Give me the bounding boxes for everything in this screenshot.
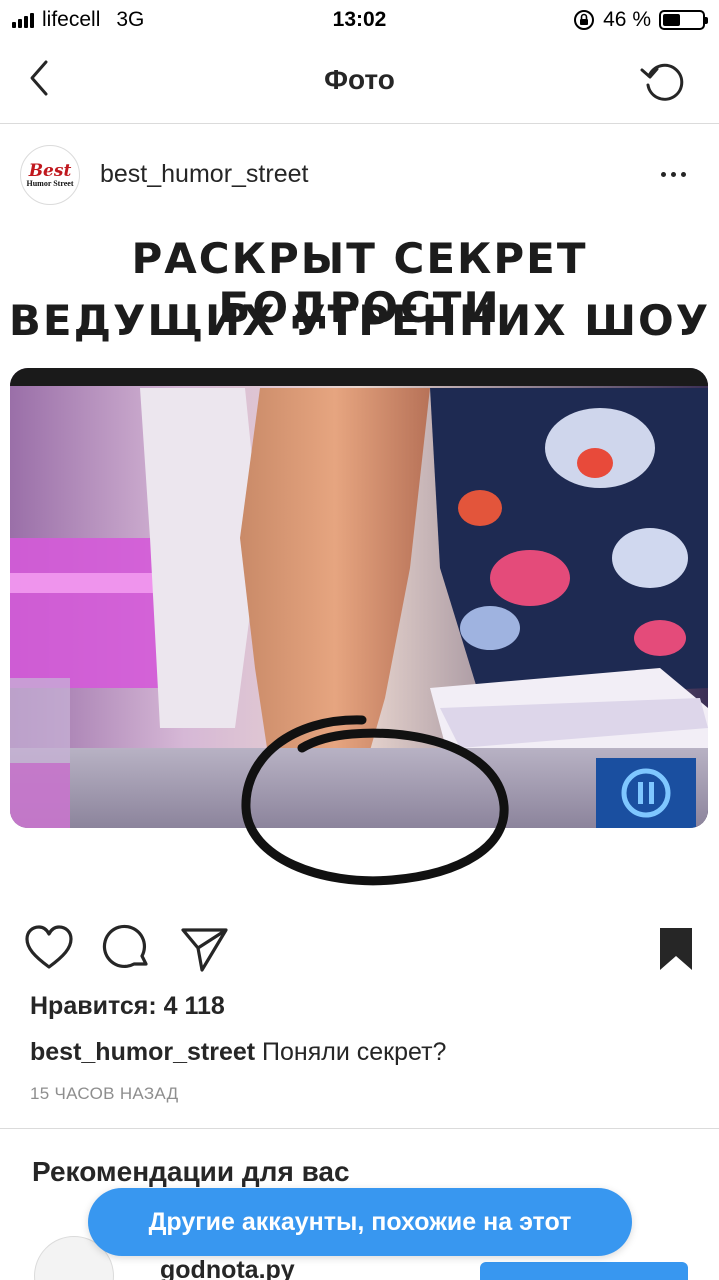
post-header: Best Humor Street best_humor_street (0, 124, 719, 228)
meme-headline-line-2: ВЕДУЩИХ УТРЕННИХ ШОУ (8, 296, 711, 345)
caption-text: Поняли секрет? (262, 1038, 447, 1066)
recommendation-follow-button[interactable] (480, 1262, 688, 1280)
hand-drawn-circle-mark (241, 715, 509, 886)
likes-count[interactable]: Нравится: 4 118 (30, 992, 225, 1021)
avatar-logo-subtext: Humor Street (26, 178, 74, 188)
post-caption: best_humor_street Поняли секрет? (30, 1038, 446, 1067)
orientation-lock-icon (574, 10, 595, 30)
battery-percent: 46 % (603, 8, 651, 31)
refresh-icon[interactable] (639, 56, 689, 106)
post-username[interactable]: best_humor_street (100, 160, 308, 189)
avatar-logo-text: Best (28, 160, 72, 181)
status-right: 46 % (573, 8, 708, 32)
caption-username[interactable]: best_humor_street (30, 1038, 255, 1066)
avatar[interactable]: Best Humor Street (20, 145, 80, 205)
battery-icon (659, 10, 708, 30)
battery-fill (663, 14, 681, 26)
more-horizontal-icon[interactable] (661, 164, 693, 184)
status-bar: lifecell 3G 13:02 46 % (0, 0, 719, 40)
paper-plane-icon[interactable] (180, 924, 230, 974)
recommendations-title: Рекомендации для вас (32, 1156, 350, 1187)
nav-header: Фото (0, 40, 719, 124)
heart-icon[interactable] (24, 924, 74, 974)
recommendation-username[interactable]: godnota.py (160, 1256, 295, 1280)
similar-accounts-button[interactable]: Другие аккаунты, похожие на этот (88, 1188, 632, 1256)
bookmark-icon[interactable] (654, 924, 704, 974)
page-title: Фото (324, 64, 395, 95)
post-actions (0, 908, 719, 988)
section-divider (0, 1128, 719, 1129)
post-image[interactable]: РАСКРЫТ СЕКРЕТ БОДРОСТИ ВЕДУЩИХ УТРЕННИХ… (0, 228, 719, 908)
comment-icon[interactable] (102, 924, 152, 974)
post-timestamp: 15 ЧАСОВ НАЗАД (30, 1084, 179, 1103)
